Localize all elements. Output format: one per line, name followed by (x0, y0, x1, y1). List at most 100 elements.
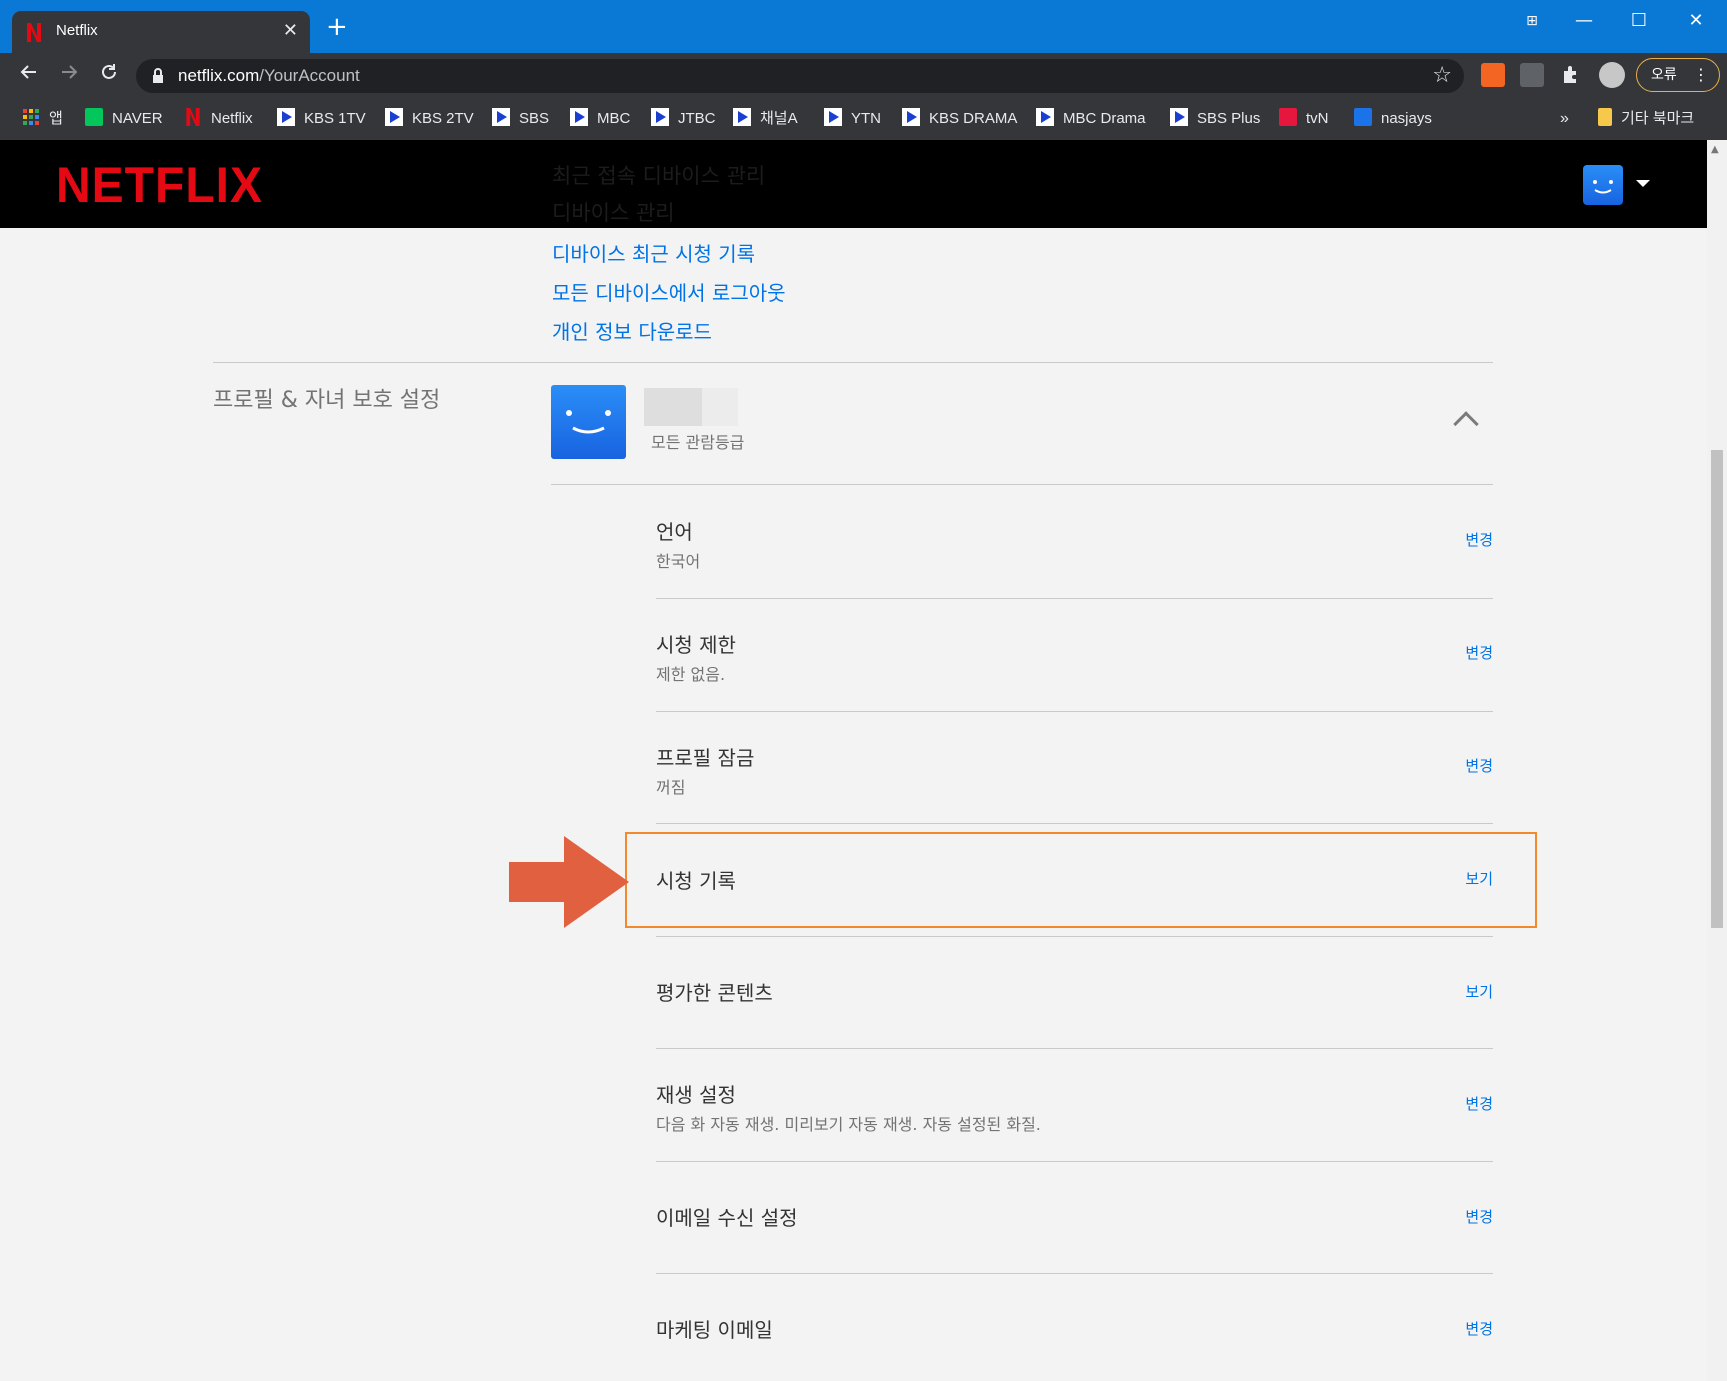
bookmark-sbs-plus[interactable]: SBS Plus (1170, 107, 1260, 131)
row-divider (656, 711, 1493, 712)
bookmark-sbs[interactable]: SBS (492, 107, 549, 131)
netflix-account-page: 최근 접속 디바이스 관리 디바이스 관리 NETFLIX 디바이스 최근 시청… (0, 140, 1707, 1381)
download-personal-info-link[interactable]: 개인 정보 다운로드 (552, 316, 712, 345)
reload-button[interactable] (94, 61, 124, 91)
tvn-icon (1279, 108, 1297, 126)
play-icon (277, 108, 295, 126)
smiley-face-icon (1593, 180, 1613, 194)
bookmark-kbs-2tv[interactable]: KBS 2TV (385, 107, 474, 131)
bookmarks-overflow-button[interactable]: » (1560, 107, 1569, 131)
bookmark-label: KBS DRAMA (929, 110, 1018, 127)
reload-icon (102, 64, 116, 79)
profile-divider (551, 484, 1493, 485)
profile-avatar[interactable] (551, 385, 626, 459)
maximize-button[interactable]: ☐ (1615, 6, 1663, 36)
ratings-view-link[interactable]: 보기 (1465, 981, 1493, 1002)
close-window-button[interactable]: ✕ (1672, 6, 1720, 36)
address-bar[interactable]: netflix.com/YourAccount ☆ (136, 59, 1464, 93)
account-avatar[interactable] (1583, 165, 1623, 205)
playback-change-link[interactable]: 변경 (1465, 1093, 1493, 1114)
browser-tab[interactable]: Netflix ✕ (12, 11, 310, 53)
profile-lock-change-link[interactable]: 변경 (1465, 755, 1493, 776)
device-recent-history-link[interactable]: 디바이스 최근 시청 기록 (552, 238, 755, 267)
bookmark-jtbc[interactable]: JTBC (651, 107, 716, 131)
bookmark-채널a[interactable]: 채널A (733, 107, 798, 131)
smiley-face-icon (566, 410, 611, 434)
language-change-link[interactable]: 변경 (1465, 529, 1493, 550)
row-sub: 다음 화 자동 재생. 미리보기 자동 재생. 자동 설정된 화질. (656, 1115, 1041, 1134)
row-divider (656, 1273, 1493, 1274)
browser-toolbar: netflix.com/YourAccount ☆ 오류 ⋮ (0, 53, 1727, 99)
row-sub: 꺼짐 (656, 778, 686, 797)
row-sub: 제한 없음. (656, 665, 726, 684)
new-tab-button[interactable]: + (326, 14, 348, 40)
extension-ex-icon[interactable] (1481, 63, 1505, 87)
profile-name-redacted (644, 388, 702, 426)
forward-button[interactable] (54, 61, 84, 91)
folder-icon (1598, 108, 1612, 126)
collapse-chevron-up-icon[interactable] (1453, 411, 1479, 437)
bookmark-mbc[interactable]: MBC (570, 107, 630, 131)
scroll-thumb[interactable] (1711, 450, 1723, 928)
bookmark-tvn[interactable]: tvN (1279, 107, 1329, 131)
bookmarks-bar: » 기타 북마크 앱 NAVER Netflix KBS 1TV KBS 2TV SBS M… (0, 99, 1727, 140)
play-icon (385, 108, 403, 126)
back-button[interactable] (14, 61, 44, 91)
extension-cast-icon[interactable] (1520, 63, 1544, 87)
bookmark-label: SBS (519, 110, 550, 127)
bookmark-netflix[interactable]: Netflix (184, 107, 253, 131)
marketing-email-change-link[interactable]: 변경 (1465, 1318, 1493, 1339)
row-label: 이메일 수신 설정 (656, 1206, 798, 1230)
play-icon (1170, 108, 1188, 126)
menu-kebab-icon: ⋮ (1693, 65, 1709, 84)
back-arrow-icon (20, 65, 36, 79)
play-icon (1036, 108, 1054, 126)
minimize-button[interactable]: — (1560, 6, 1608, 36)
bookmark-label: SBS Plus (1197, 110, 1261, 127)
bookmark-앱[interactable]: 앱 (22, 107, 63, 131)
bookmark-star-icon[interactable]: ☆ (1432, 63, 1452, 88)
maturity-rating: 모든 관람등급 (651, 433, 745, 452)
other-bookmarks-folder[interactable]: 기타 북마크 (1598, 107, 1694, 131)
tab-title: Netflix (56, 22, 98, 39)
bookmark-naver[interactable]: NAVER (85, 107, 163, 131)
bookmark-kbs-1tv[interactable]: KBS 1TV (277, 107, 366, 131)
bookmark-mbc-drama[interactable]: MBC Drama (1036, 107, 1146, 131)
account-menu-caret-icon[interactable] (1636, 180, 1650, 187)
row-label: 언어 (656, 520, 693, 544)
play-icon (733, 108, 751, 126)
restrictions-change-link[interactable]: 변경 (1465, 642, 1493, 663)
bookmark-label: MBC (597, 110, 631, 127)
row-label: 시청 제한 (656, 633, 736, 657)
extensions-puzzle-icon[interactable] (1560, 63, 1584, 87)
section-divider (213, 362, 1493, 363)
row-label: 평가한 콘텐츠 (656, 981, 773, 1005)
bookmark-kbs-drama[interactable]: KBS DRAMA (902, 107, 1017, 131)
window-layout-icon[interactable]: ⊞ (1508, 6, 1556, 36)
viewing-activity-highlight-box (625, 832, 1537, 928)
tab-close-icon[interactable]: ✕ (283, 20, 298, 41)
bookmark-label: nasjays (1381, 110, 1432, 127)
row-divider (656, 823, 1493, 824)
lock-icon (153, 68, 163, 83)
profile-avatar-icon[interactable] (1599, 62, 1625, 88)
bookmark-label: NAVER (112, 110, 163, 127)
play-icon (902, 108, 920, 126)
bookmark-ytn[interactable]: YTN (824, 107, 881, 131)
naver-icon (85, 108, 103, 126)
email-prefs-change-link[interactable]: 변경 (1465, 1206, 1493, 1227)
play-icon (651, 108, 669, 126)
bookmark-label: MBC Drama (1063, 110, 1146, 127)
annotation-arrow-icon (509, 836, 629, 928)
bookmark-nasjays[interactable]: nasjays (1354, 107, 1432, 131)
page-scrollbar[interactable]: ▲ (1707, 140, 1727, 1381)
bookmark-label: JTBC (678, 110, 716, 127)
netflix-header: NETFLIX (0, 140, 1707, 228)
row-label: 재생 설정 (656, 1083, 736, 1107)
netflix-logo[interactable]: NETFLIX (56, 157, 263, 215)
scroll-up-icon[interactable]: ▲ (1711, 144, 1719, 155)
play-icon (570, 108, 588, 126)
other-bookmarks-label: 기타 북마크 (1621, 110, 1695, 127)
error-status-button[interactable]: 오류 ⋮ (1636, 58, 1720, 92)
sign-out-all-devices-link[interactable]: 모든 디바이스에서 로그아웃 (552, 277, 786, 306)
